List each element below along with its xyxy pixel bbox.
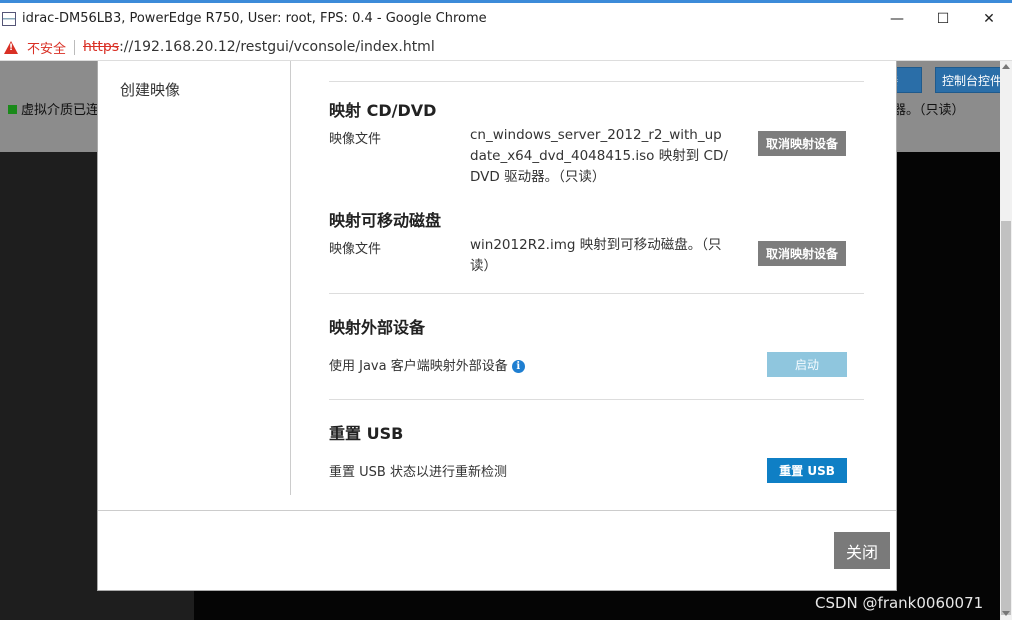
close-window-button[interactable]: ✕: [966, 3, 1012, 34]
close-dialog-button[interactable]: 关闭: [834, 532, 890, 569]
security-status[interactable]: 不安全: [27, 38, 66, 57]
reset-usb-title: 重置 USB: [329, 424, 404, 443]
scroll-thumb[interactable]: [1001, 221, 1011, 615]
dialog-content: 映射 CD/DVD 映像文件 cn_windows_server_2012_r2…: [329, 61, 864, 501]
section-divider: [329, 81, 864, 82]
minimize-button[interactable]: —: [874, 3, 920, 34]
unmap-removable-button[interactable]: 取消映射设备: [758, 241, 846, 266]
sidebar-item-create-image[interactable]: 创建映像: [120, 79, 180, 100]
browser-title-bar: idrac-DM56LB3, PowerEdge R750, User: roo…: [0, 0, 1012, 34]
virtual-media-dialog: 创建映像 映射 CD/DVD 映像文件 cn_windows_server_20…: [97, 61, 897, 591]
url-text[interactable]: ://192.168.20.12/restgui/vconsole/index.…: [119, 39, 435, 55]
map-external-title: 映射外部设备: [329, 318, 426, 337]
page-scrollbar[interactable]: [1000, 61, 1012, 620]
status-indicator-icon: [8, 105, 17, 114]
scroll-up-icon[interactable]: [1002, 64, 1010, 69]
watermark: CSDN @frank0060071: [815, 594, 984, 612]
removable-image-file-label: 映像文件: [329, 242, 382, 257]
window-title: idrac-DM56LB3, PowerEdge R750, User: roo…: [22, 11, 487, 26]
virtual-media-status: 虚拟介质已连: [8, 99, 99, 118]
console-controls-button[interactable]: 控制台控件: [935, 67, 1001, 93]
info-icon[interactable]: i: [511, 360, 525, 373]
section-divider: [329, 399, 864, 400]
warning-icon[interactable]: [4, 40, 18, 54]
cd-image-file-value: cn_windows_server_2012_r2_with_update_x6…: [470, 127, 728, 185]
cd-image-file-label: 映像文件: [329, 132, 382, 147]
footer-divider: [98, 510, 896, 511]
page-favicon-icon: [2, 11, 16, 26]
unmap-cd-button[interactable]: 取消映射设备: [758, 131, 846, 156]
reset-usb-button[interactable]: 重置 USB: [767, 458, 847, 483]
external-device-label-text: 使用 Java 客户端映射外部设备: [329, 359, 508, 374]
launch-button[interactable]: 启动: [767, 352, 847, 377]
scroll-down-icon[interactable]: [1002, 611, 1010, 616]
address-bar[interactable]: 不安全 https://192.168.20.12/restgui/vconso…: [0, 34, 1012, 61]
virtual-media-status-text: 虚拟介质已连: [21, 103, 100, 118]
address-divider: [74, 39, 76, 55]
external-device-label: 使用 Java 客户端映射外部设备 i: [329, 355, 525, 374]
maximize-button[interactable]: ☐: [920, 3, 966, 34]
map-cd-title: 映射 CD/DVD: [329, 101, 437, 120]
window-controls: — ☐ ✕: [874, 3, 1012, 34]
section-divider: [329, 293, 864, 294]
dialog-sidebar: 创建映像: [98, 61, 291, 495]
removable-image-file-value: win2012R2.img 映射到可移动磁盘。（只读）: [470, 237, 722, 274]
map-removable-title: 映射可移动磁盘: [329, 211, 442, 230]
url-scheme[interactable]: https: [83, 39, 119, 55]
reset-usb-label: 重置 USB 状态以进行重新检测: [329, 465, 507, 480]
